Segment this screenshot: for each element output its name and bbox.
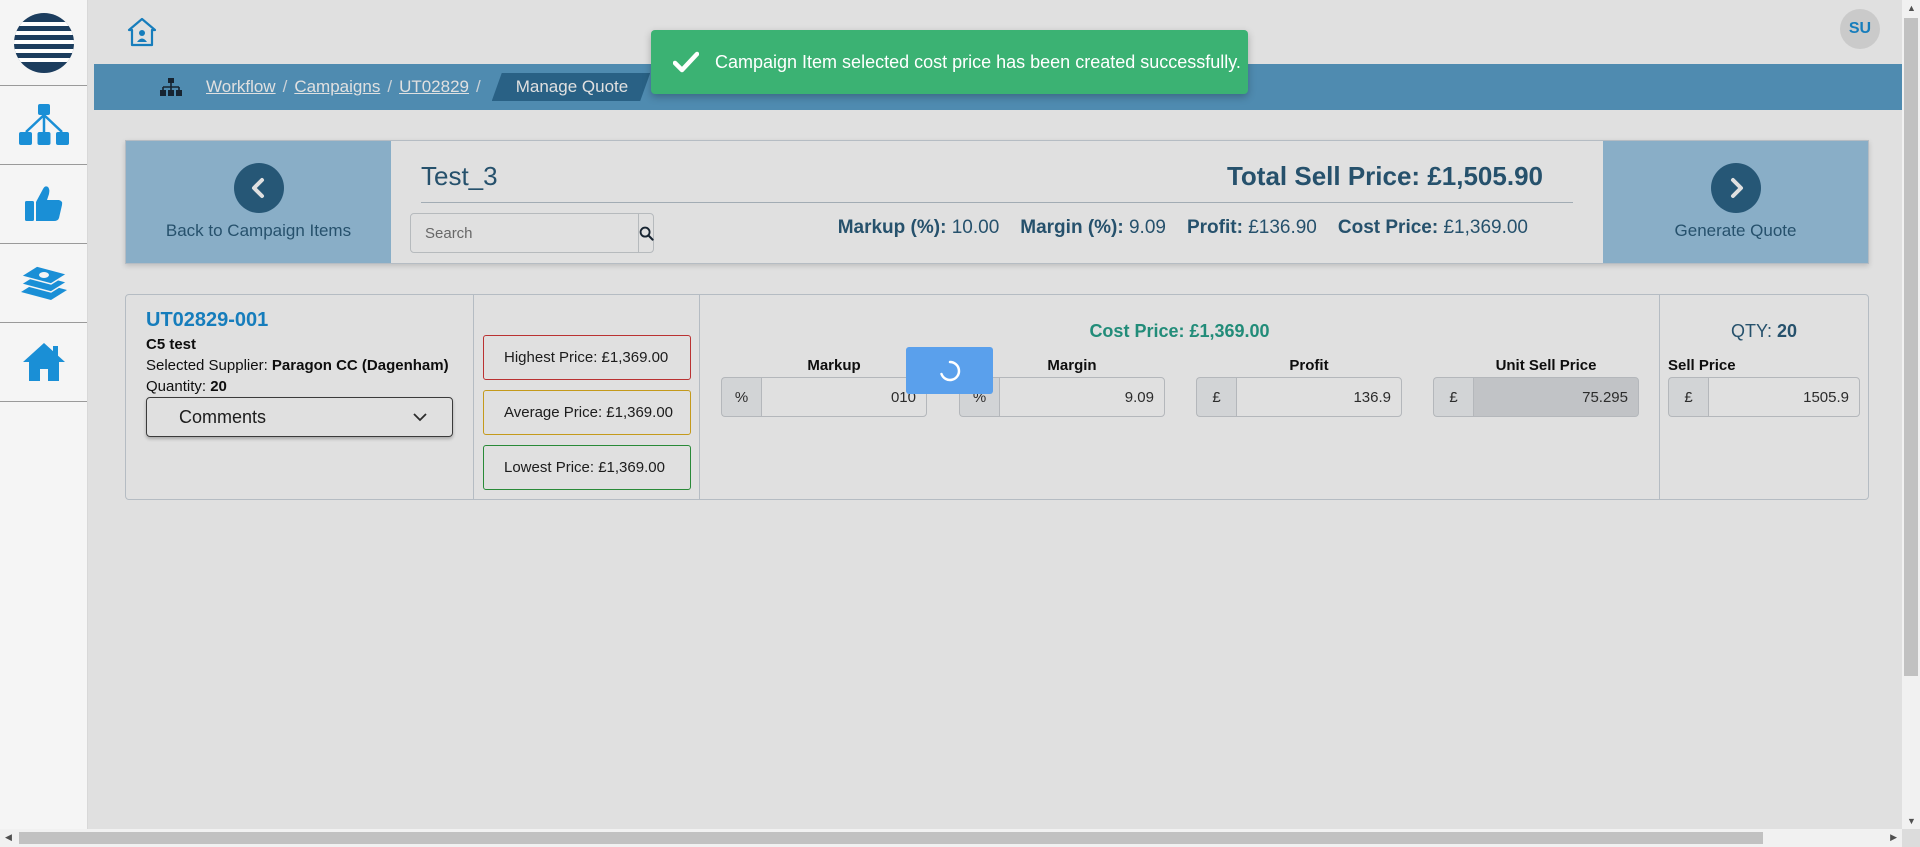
sidebar-item-workflow[interactable]	[0, 86, 87, 165]
horizontal-scrollbar[interactable]: ◀ ▶	[0, 829, 1902, 847]
scroll-down-icon[interactable]: ▼	[1907, 816, 1916, 826]
sidebar	[0, 0, 88, 847]
loading-overlay	[88, 0, 1902, 829]
toast-message: Campaign Item selected cost price has be…	[715, 51, 1241, 72]
sidebar-item-home[interactable]	[0, 323, 87, 402]
vertical-scrollbar[interactable]: ▲ ▼	[1902, 0, 1920, 829]
spinner-icon	[939, 360, 960, 381]
success-toast[interactable]: Campaign Item selected cost price has be…	[651, 30, 1248, 94]
scroll-up-icon[interactable]: ▲	[1907, 3, 1916, 13]
loading-spinner	[906, 347, 993, 394]
logo-globe-icon	[13, 12, 74, 73]
app-logo[interactable]	[0, 0, 87, 86]
scroll-left-icon[interactable]: ◀	[5, 832, 12, 843]
scroll-right-icon[interactable]: ▶	[1890, 832, 1897, 843]
money-stack-icon	[18, 265, 69, 300]
hierarchy-icon	[18, 104, 69, 145]
sidebar-item-pricing[interactable]	[0, 244, 87, 323]
thumbs-up-icon	[24, 186, 62, 221]
vertical-scroll-thumb[interactable]	[1904, 18, 1918, 676]
home-icon	[22, 343, 65, 381]
scrollbar-corner	[1902, 829, 1920, 847]
horizontal-scroll-thumb[interactable]	[19, 832, 1763, 844]
checkmark-icon	[673, 51, 699, 73]
sidebar-item-approvals[interactable]	[0, 165, 87, 244]
